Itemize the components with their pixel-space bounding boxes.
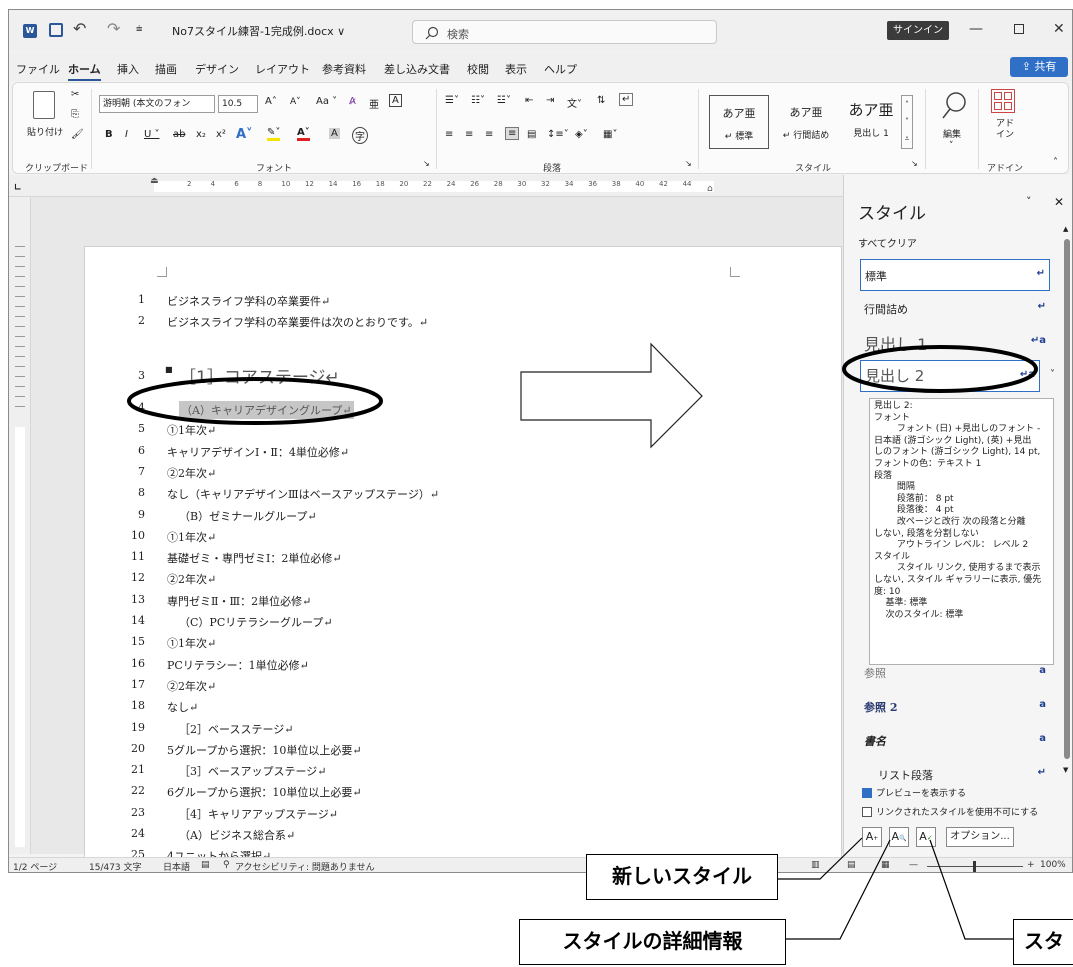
callout-lines xyxy=(778,837,1013,940)
callout-new-style: 新しいスタイル xyxy=(586,854,778,900)
callout-manage-styles: スタ xyxy=(1013,919,1073,965)
callout-style-inspector: スタイルの詳細情報 xyxy=(519,919,786,965)
